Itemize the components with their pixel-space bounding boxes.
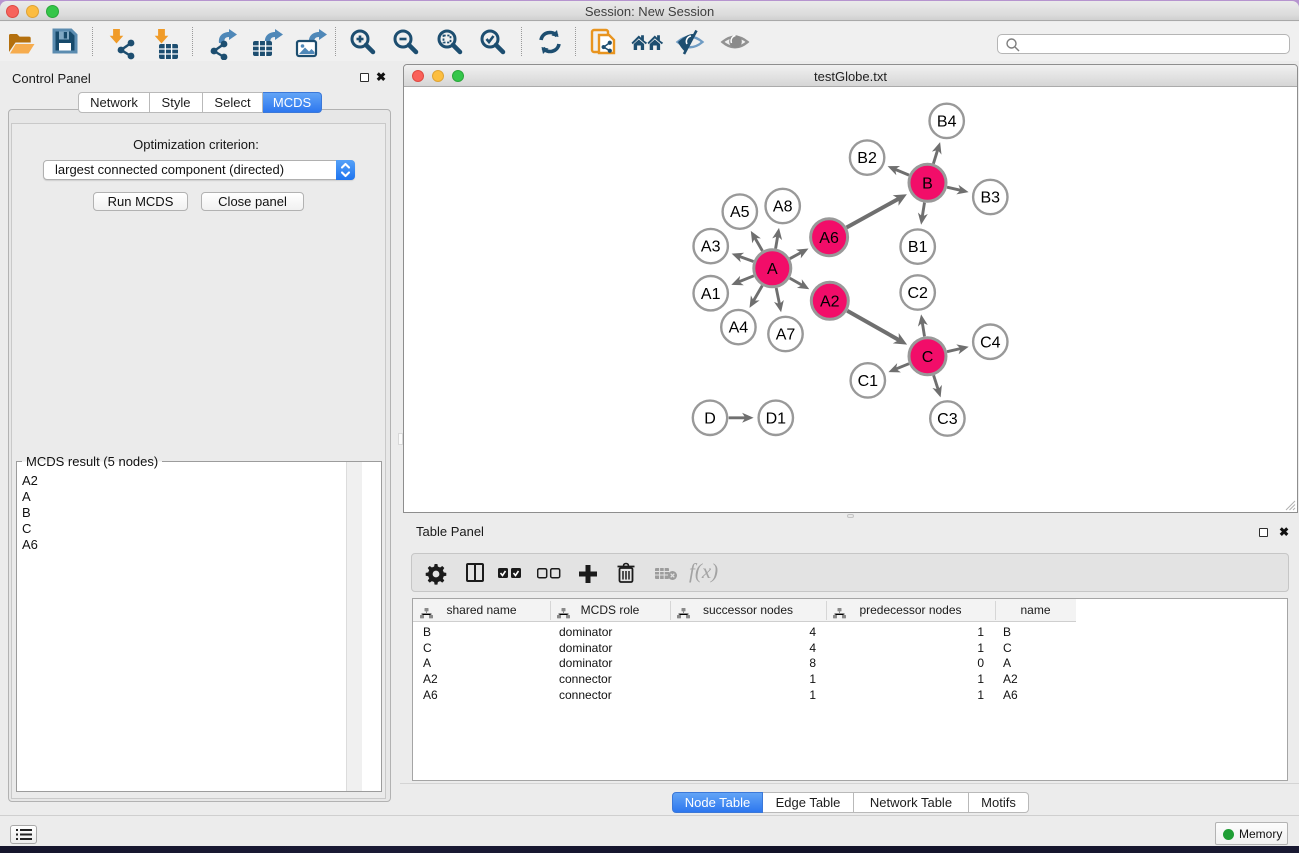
svg-text:A4: A4 <box>729 320 749 337</box>
svg-text:B1: B1 <box>908 239 928 256</box>
svg-text:C2: C2 <box>907 285 928 302</box>
svg-text:C: C <box>922 349 934 366</box>
svg-text:A8: A8 <box>773 199 793 216</box>
svg-text:A5: A5 <box>730 204 750 221</box>
svg-text:B3: B3 <box>981 190 1001 207</box>
svg-text:B2: B2 <box>857 150 877 167</box>
svg-text:B: B <box>922 175 933 192</box>
svg-text:B4: B4 <box>937 114 957 131</box>
svg-text:A1: A1 <box>701 286 721 303</box>
svg-text:A: A <box>767 261 778 278</box>
svg-text:A2: A2 <box>820 293 840 310</box>
svg-text:D: D <box>704 410 716 427</box>
svg-text:C1: C1 <box>858 373 879 390</box>
svg-text:A7: A7 <box>776 327 796 344</box>
svg-text:D1: D1 <box>766 410 787 427</box>
svg-text:C3: C3 <box>937 411 958 428</box>
svg-text:A3: A3 <box>701 239 721 256</box>
svg-text:C4: C4 <box>980 334 1001 351</box>
svg-text:A6: A6 <box>819 230 839 247</box>
